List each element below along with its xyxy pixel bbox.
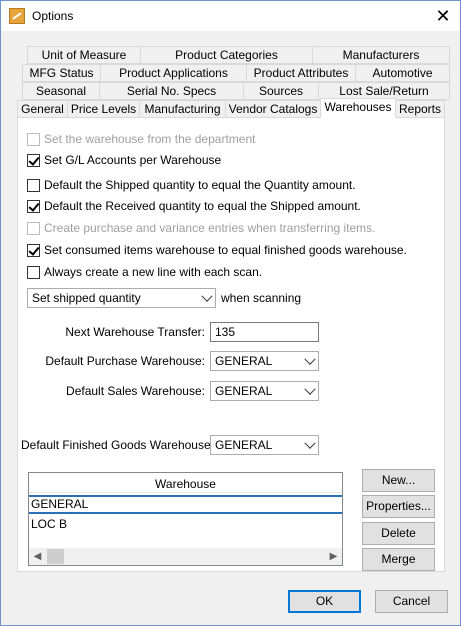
scan-suffix-label: when scanning	[221, 291, 302, 305]
tab-product-categories[interactable]: Product Categories	[140, 46, 313, 64]
option-label: Always create a new line with each scan.	[44, 265, 263, 279]
tab-mfg-status[interactable]: MFG Status	[22, 64, 101, 82]
ok-button[interactable]: OK	[288, 590, 361, 613]
checkbox[interactable]	[27, 199, 40, 213]
warehouse-grid[interactable]: Warehouse GENERAL LOC B ◀ ▶	[28, 472, 343, 566]
checkbox[interactable]	[27, 178, 40, 192]
option-label: Create purchase and variance entries whe…	[44, 221, 376, 235]
sales-warehouse-label: Default Sales Warehouse:	[66, 384, 205, 398]
next-transfer-input[interactable]: 135	[210, 322, 319, 342]
option-create-purchase-variance[interactable]: Create purchase and variance entries whe…	[27, 220, 376, 236]
scan-mode-value: Set shipped quantity	[32, 291, 141, 305]
option-new-line-each-scan[interactable]: Always create a new line with each scan.	[27, 264, 262, 280]
title-bar: Options ✕	[1, 1, 460, 31]
option-set-warehouse-from-department[interactable]: Set the warehouse from the department	[27, 131, 255, 147]
tab-sources[interactable]: Sources	[243, 82, 319, 100]
chevron-down-icon	[304, 437, 316, 449]
app-icon	[9, 8, 25, 24]
new-button[interactable]: New...	[362, 469, 435, 492]
purchase-warehouse-select[interactable]: GENERAL	[210, 351, 319, 371]
cancel-button[interactable]: Cancel	[375, 590, 448, 613]
checkbox[interactable]	[27, 221, 40, 235]
tab-product-applications[interactable]: Product Applications	[100, 64, 247, 82]
tab-manufacturers[interactable]: Manufacturers	[312, 46, 450, 64]
grid-header-warehouse[interactable]: Warehouse	[29, 475, 342, 493]
merge-button[interactable]: Merge	[362, 548, 435, 571]
checkbox[interactable]	[27, 243, 40, 257]
next-transfer-label: Next Warehouse Transfer:	[65, 325, 205, 339]
scroll-thumb[interactable]	[47, 549, 64, 564]
tab-manufacturing[interactable]: Manufacturing	[139, 100, 226, 118]
finished-goods-warehouse-label: Default Finished Goods Warehouse:	[21, 438, 214, 452]
delete-button[interactable]: Delete	[362, 522, 435, 545]
sales-warehouse-value: GENERAL	[215, 384, 273, 398]
window-title: Options	[32, 9, 74, 23]
tab-reports[interactable]: Reports	[395, 100, 445, 118]
scan-mode-select[interactable]: Set shipped quantity	[27, 288, 216, 308]
finished-goods-warehouse-select[interactable]: GENERAL	[210, 435, 319, 455]
option-label: Set G/L Accounts per Warehouse	[44, 153, 222, 167]
properties-button[interactable]: Properties...	[362, 495, 435, 518]
checkbox[interactable]	[27, 153, 40, 167]
option-label: Default the Shipped quantity to equal th…	[44, 178, 356, 192]
tab-unit-of-measure[interactable]: Unit of Measure	[27, 46, 141, 64]
close-button[interactable]: ✕	[426, 1, 460, 31]
tab-general[interactable]: General	[17, 100, 68, 118]
option-default-shipped-quantity[interactable]: Default the Shipped quantity to equal th…	[27, 177, 356, 193]
table-row[interactable]: GENERAL	[29, 495, 342, 514]
table-row[interactable]: LOC B	[29, 515, 342, 534]
chevron-down-icon	[201, 290, 213, 302]
checkbox[interactable]	[27, 265, 40, 279]
finished-goods-warehouse-value: GENERAL	[215, 438, 273, 452]
option-consumed-items-warehouse[interactable]: Set consumed items warehouse to equal fi…	[27, 242, 407, 258]
tab-warehouses[interactable]: Warehouses	[320, 98, 396, 118]
tab-serial-no-specs[interactable]: Serial No. Specs	[99, 82, 244, 100]
option-label: Default the Received quantity to equal t…	[44, 199, 361, 213]
tab-automotive[interactable]: Automotive	[355, 64, 450, 82]
scroll-right-icon[interactable]: ▶	[325, 548, 342, 565]
tab-vendor-catalogs[interactable]: Vendor Catalogs	[225, 100, 321, 118]
tab-seasonal[interactable]: Seasonal	[22, 82, 100, 100]
scroll-left-icon[interactable]: ◀	[29, 548, 46, 565]
checkbox[interactable]	[27, 132, 40, 146]
sales-warehouse-select[interactable]: GENERAL	[210, 381, 319, 401]
tab-price-levels[interactable]: Price Levels	[67, 100, 140, 118]
horizontal-scrollbar[interactable]: ◀ ▶	[29, 548, 342, 565]
options-window: Options ✕ Unit of Measure Product Catego…	[0, 0, 461, 626]
purchase-warehouse-label: Default Purchase Warehouse:	[45, 354, 205, 368]
option-default-received-quantity[interactable]: Default the Received quantity to equal t…	[27, 198, 361, 214]
chevron-down-icon	[304, 353, 316, 365]
close-icon: ✕	[435, 6, 451, 26]
option-gl-accounts-per-warehouse[interactable]: Set G/L Accounts per Warehouse	[27, 152, 221, 168]
tab-product-attributes[interactable]: Product Attributes	[246, 64, 356, 82]
purchase-warehouse-value: GENERAL	[215, 354, 273, 368]
option-label: Set consumed items warehouse to equal fi…	[44, 243, 407, 257]
chevron-down-icon	[304, 383, 316, 395]
option-label: Set the warehouse from the department	[44, 132, 256, 146]
